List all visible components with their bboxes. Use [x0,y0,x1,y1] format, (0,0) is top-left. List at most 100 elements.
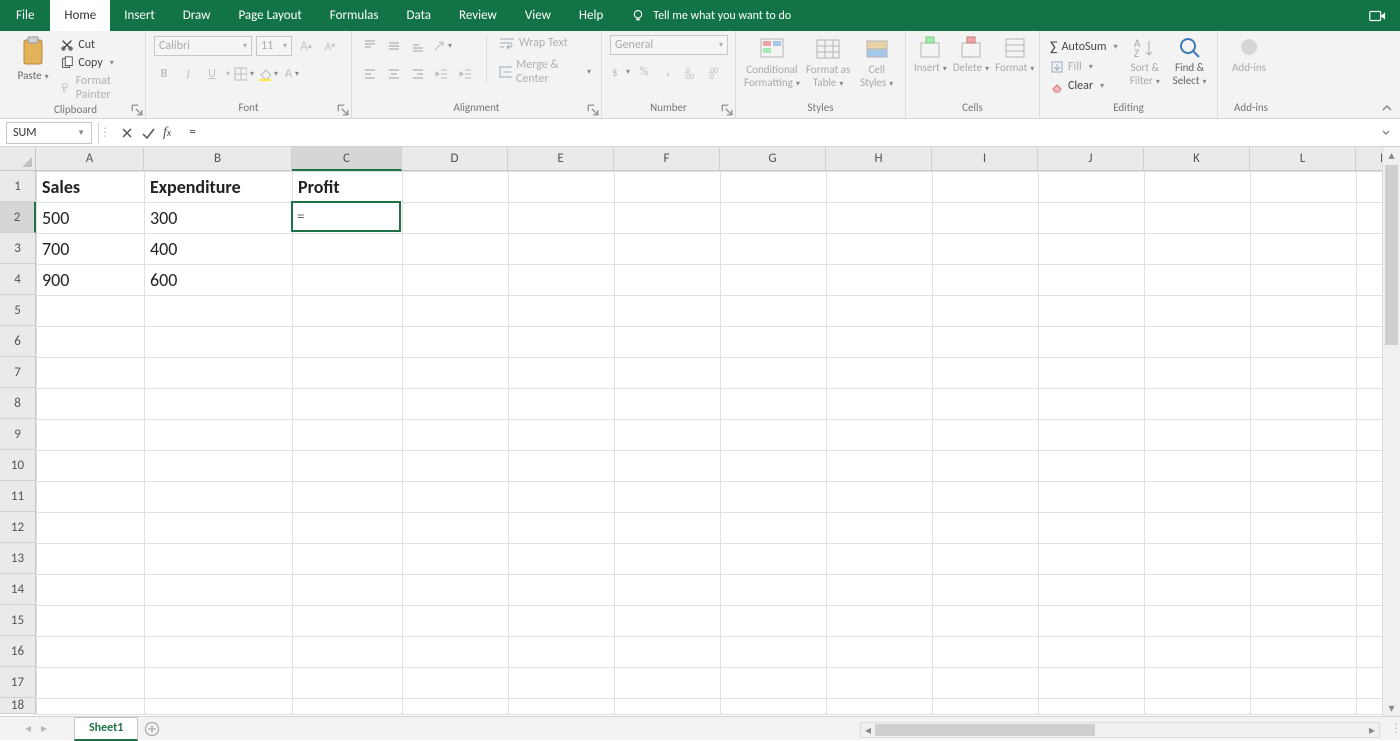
decrease-decimal-button[interactable]: .00.0 [706,62,726,82]
formula-input[interactable] [183,122,1380,144]
addins-button[interactable]: Add-ins [1226,35,1272,75]
share-button[interactable] [1362,0,1392,31]
tab-review[interactable]: Review [445,0,511,31]
cut-button[interactable]: Cut [58,37,137,53]
merge-center-button[interactable]: Merge & Center [497,57,593,87]
align-bottom-button[interactable] [408,36,428,56]
find-select-button[interactable]: Find & Select [1170,35,1209,87]
tab-draw[interactable]: Draw [169,0,225,31]
cell-C1[interactable]: Profit [292,171,402,202]
tab-insert[interactable]: Insert [110,0,169,31]
increase-font-button[interactable]: A▴ [296,36,316,56]
row-header-15[interactable]: 15 [0,605,36,636]
scroll-down-button[interactable]: ▾ [1383,700,1400,716]
insert-cells-button[interactable]: Insert [914,35,947,75]
row-header-13[interactable]: 13 [0,543,36,574]
col-header-H[interactable]: H [826,147,932,171]
font-name-combo[interactable]: Calibri▾ [154,36,252,56]
new-sheet-button[interactable] [138,721,166,737]
clipboard-dialog-launcher-icon[interactable] [131,104,143,116]
enter-formula-button[interactable] [141,127,155,139]
tab-home[interactable]: Home [50,0,110,31]
fill-color-button[interactable] [258,64,278,84]
cell-styles-button[interactable]: Cell Styles [856,35,897,89]
tab-data[interactable]: Data [393,0,446,31]
autosum-button[interactable]: ∑AutoSum [1048,37,1119,56]
horizontal-scrollbar[interactable]: ◂ ▸ [860,722,1380,738]
accounting-format-button[interactable]: $ [610,62,630,82]
col-header-B[interactable]: B [144,147,292,171]
col-header-G[interactable]: G [720,147,826,171]
format-cells-button[interactable]: Format [995,35,1034,75]
orientation-button[interactable] [432,36,452,56]
tab-page-layout[interactable]: Page Layout [224,0,315,31]
copy-button[interactable]: Copy [58,55,137,71]
collapse-ribbon-button[interactable] [1380,33,1394,119]
decrease-font-button[interactable]: A▾ [320,36,340,56]
underline-button[interactable]: U [202,64,222,84]
alignment-dialog-launcher-icon[interactable] [587,104,599,116]
name-box[interactable]: SUM▼ [6,122,92,144]
vscroll-thumb[interactable] [1385,165,1398,345]
row-header-1[interactable]: 1 [0,171,36,202]
tab-formulas[interactable]: Formulas [316,0,393,31]
cell-A3[interactable]: 700 [36,233,144,264]
row-header-18[interactable]: 18 [0,698,36,714]
expand-formula-bar-button[interactable] [1380,127,1400,139]
col-header-A[interactable]: A [36,147,144,171]
tell-me-search[interactable]: Tell me what you want to do [631,0,791,31]
row-header-5[interactable]: 5 [0,295,36,326]
select-all-button[interactable] [0,147,36,171]
scroll-left-button[interactable]: ◂ [861,723,875,737]
col-header-F[interactable]: F [614,147,720,171]
increase-decimal-button[interactable]: .0.00 [682,62,702,82]
row-header-12[interactable]: 12 [0,512,36,543]
col-header-K[interactable]: K [1144,147,1250,171]
row-header-7[interactable]: 7 [0,357,36,388]
col-header-E[interactable]: E [508,147,614,171]
col-header-L[interactable]: L [1250,147,1356,171]
tab-file[interactable]: File [0,0,50,31]
col-header-C[interactable]: C [292,147,402,171]
decrease-indent-button[interactable] [432,64,452,84]
sheet-nav-prev-button[interactable]: ◂ [25,721,31,736]
paste-button[interactable]: Paste [14,35,52,83]
row-header-3[interactable]: 3 [0,233,36,264]
row-header-4[interactable]: 4 [0,264,36,295]
row-header-10[interactable]: 10 [0,450,36,481]
row-header-16[interactable]: 16 [0,636,36,667]
cell-B1[interactable]: Expenditure [144,171,292,202]
borders-button[interactable] [234,64,254,84]
align-top-button[interactable] [360,36,380,56]
row-header-2[interactable]: 2 [0,202,36,233]
align-center-button[interactable] [384,64,404,84]
row-header-17[interactable]: 17 [0,667,36,698]
cell-A4[interactable]: 900 [36,264,144,295]
row-header-11[interactable]: 11 [0,481,36,512]
cell-B3[interactable]: 400 [144,233,292,264]
scroll-right-button[interactable]: ▸ [1365,723,1379,737]
insert-function-button[interactable]: fx [163,125,171,141]
wrap-text-button[interactable]: Wrap Text [497,35,593,51]
percent-button[interactable]: % [634,62,654,82]
format-painter-button[interactable]: Format Painter [58,73,137,103]
conditional-formatting-button[interactable]: Conditional Formatting [744,35,800,89]
increase-indent-button[interactable] [456,64,476,84]
tab-help[interactable]: Help [565,0,617,31]
font-dialog-launcher-icon[interactable] [337,104,349,116]
font-size-combo[interactable]: 11▾ [256,36,292,56]
active-cell-editor[interactable]: = [293,203,399,230]
cell-A1[interactable]: Sales [36,171,144,202]
comma-button[interactable]: , [658,62,678,82]
delete-cells-button[interactable]: Delete [953,35,989,75]
row-header-14[interactable]: 14 [0,574,36,605]
font-color-button[interactable]: A [282,64,302,84]
clear-button[interactable]: Clear [1048,78,1119,94]
cell-A2[interactable]: 500 [36,202,144,233]
cell-B4[interactable]: 600 [144,264,292,295]
tab-view[interactable]: View [511,0,565,31]
sheet-tab-active[interactable]: Sheet1 [74,717,138,741]
align-middle-button[interactable] [384,36,404,56]
row-header-6[interactable]: 6 [0,326,36,357]
align-right-button[interactable] [408,64,428,84]
